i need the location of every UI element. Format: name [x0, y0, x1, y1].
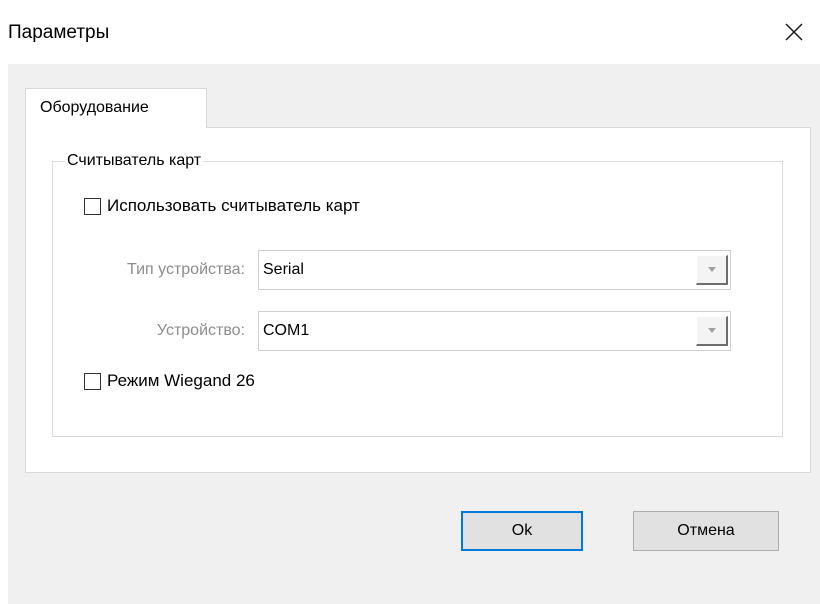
close-button[interactable]: [774, 14, 814, 50]
title-bar[interactable]: Параметры: [0, 0, 820, 64]
tab-equipment[interactable]: Оборудование: [25, 88, 207, 128]
device-type-label: Тип устройства:: [127, 261, 245, 278]
device-type-dropdown-button[interactable]: [696, 255, 728, 285]
window-title: Параметры: [8, 22, 110, 43]
card-reader-group-title: Считыватель карт: [65, 151, 204, 171]
device-type-combobox[interactable]: Serial: [258, 250, 731, 290]
device-value: COM1: [263, 322, 310, 339]
device-label: Устройство:: [156, 322, 245, 339]
wiegand-mode-checkbox-box[interactable]: [84, 372, 101, 390]
use-card-reader-label[interactable]: Использовать считыватель карт: [107, 196, 360, 216]
card-reader-groupbox: Считыватель карт Использовать считывател…: [52, 151, 783, 437]
tab-panel-equipment: Считыватель карт Использовать считывател…: [25, 127, 811, 473]
wiegand-mode-label[interactable]: Режим Wiegand 26: [107, 371, 255, 391]
tab-equipment-label: Оборудование: [40, 99, 149, 116]
wiegand-mode-checkbox[interactable]: Режим Wiegand 26: [84, 371, 255, 391]
cancel-button[interactable]: Отмена: [633, 511, 779, 551]
device-dropdown-button[interactable]: [696, 316, 728, 346]
device-combobox[interactable]: COM1: [258, 311, 731, 351]
use-card-reader-checkbox-box[interactable]: [84, 197, 101, 215]
ok-button[interactable]: Ok: [461, 511, 583, 551]
chevron-down-icon: [707, 327, 716, 333]
settings-dialog: Параметры Оборудование Считыватель карт …: [0, 0, 820, 604]
close-icon: [785, 23, 803, 41]
chevron-down-icon: [707, 266, 716, 272]
dialog-client-area: Оборудование Считыватель карт Использова…: [8, 64, 820, 604]
use-card-reader-checkbox[interactable]: Использовать считыватель карт: [84, 196, 360, 216]
device-type-value: Serial: [263, 261, 304, 278]
